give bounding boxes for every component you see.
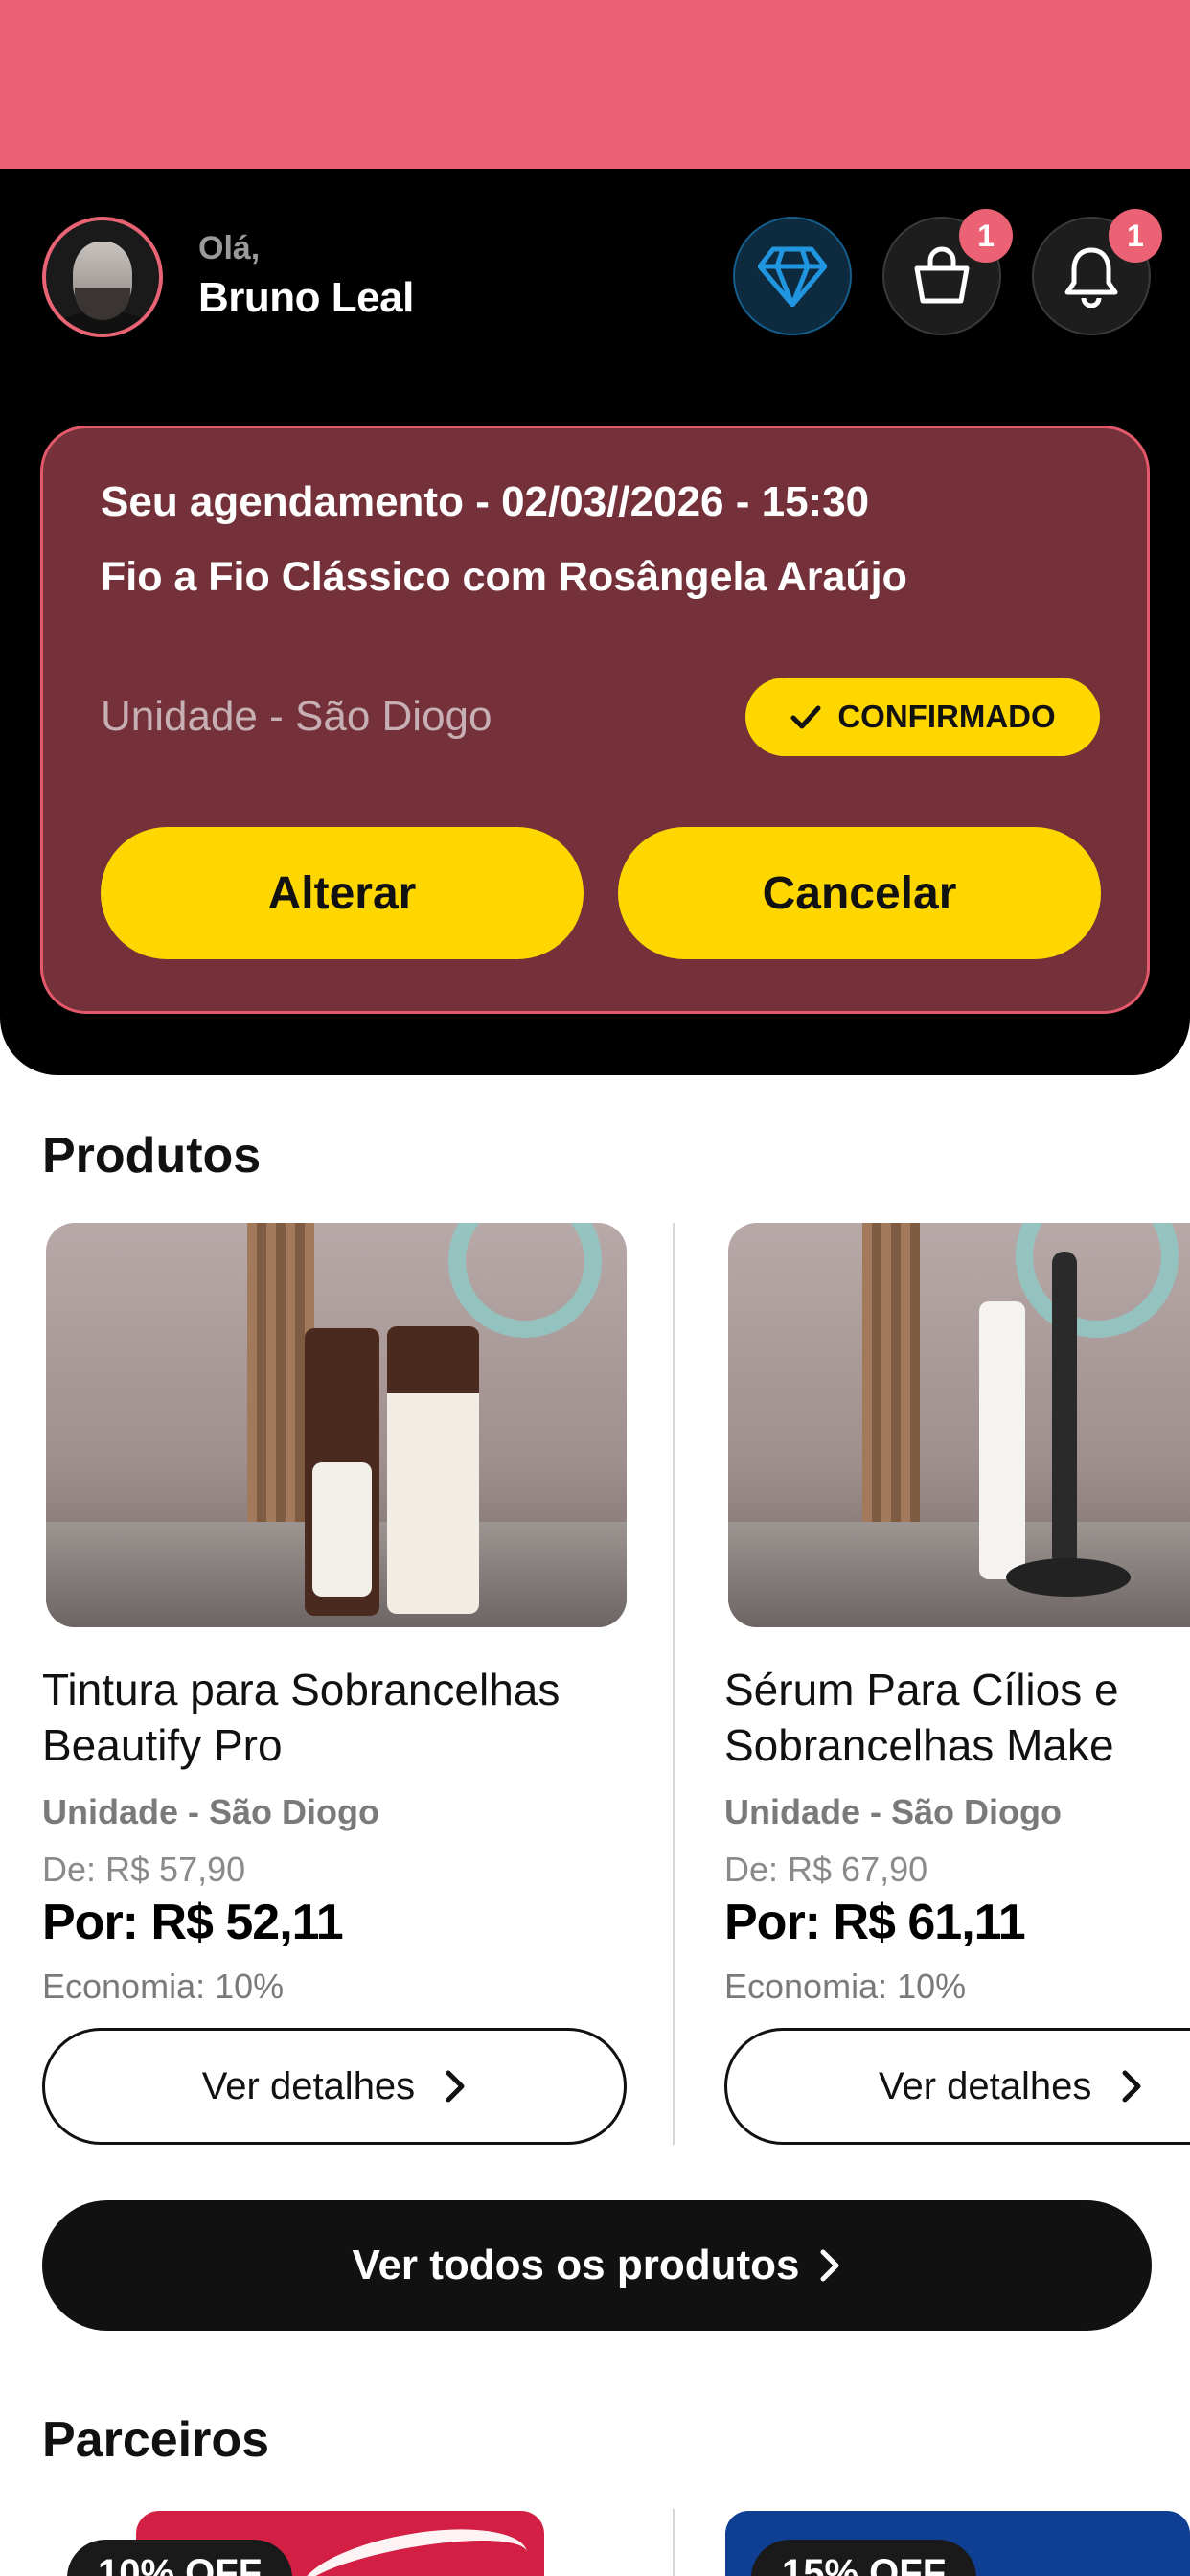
product-card[interactable]: Tintura para Sobrancelhas Beautify Pro U…: [42, 1223, 636, 2145]
cart-button[interactable]: 1: [882, 209, 1013, 335]
product-unit: Unidade - São Diogo: [724, 1792, 1063, 1831]
image-serum-wand: [1052, 1252, 1077, 1568]
product-name-line1: Tintura para Sobrancelhas: [42, 1665, 561, 1714]
product-name-line2: Beautify Pro: [42, 1720, 283, 1770]
see-all-label: Ver todos os produtos: [352, 2242, 800, 2288]
product-name-line2: Sobrancelhas Make: [724, 1720, 1114, 1770]
appointment-service: Fio a Fio Clássico com Rosângela Araújo: [101, 554, 907, 600]
image-tube-label: [312, 1462, 372, 1597]
cart-badge: 1: [959, 209, 1013, 263]
product-saving: Economia: 10%: [724, 1966, 967, 2006]
partner-logo: [293, 2514, 535, 2576]
product-unit: Unidade - São Diogo: [42, 1792, 380, 1831]
user-name: Bruno Leal: [198, 274, 414, 321]
product-image[interactable]: [46, 1223, 627, 1627]
product-saving: Economia: 10%: [42, 1966, 285, 2006]
shopping-bag-icon: [914, 246, 970, 304]
product-name: Tintura para Sobrancelhas Beautify Pro: [42, 1662, 655, 1773]
product-card[interactable]: Sérum Para Cílios e Sobrancelhas Make Un…: [724, 1223, 1190, 2145]
chevron-right-icon: [446, 2070, 465, 2103]
appointment-unit: Unidade - São Diogo: [101, 693, 492, 740]
status-badge: CONFIRMADO: [745, 678, 1100, 756]
image-serum-box: [979, 1301, 1025, 1579]
products-section-title: Produtos: [42, 1128, 262, 1184]
membership-button[interactable]: [733, 217, 852, 335]
check-icon: [790, 705, 821, 729]
chevron-right-icon: [820, 2249, 839, 2282]
partner-divider: [673, 2509, 675, 2576]
product-image[interactable]: [728, 1223, 1190, 1627]
product-name: Sérum Para Cílios e Sobrancelhas Make: [724, 1662, 1190, 1773]
notifications-button[interactable]: 1: [1032, 209, 1162, 335]
product-old-price: De: R$ 67,90: [724, 1850, 928, 1889]
image-decor: [1016, 1223, 1179, 1338]
product-details-button[interactable]: Ver detalhes: [724, 2028, 1190, 2145]
details-label: Ver detalhes: [201, 2064, 416, 2107]
product-old-price: De: R$ 57,90: [42, 1850, 246, 1889]
cancel-appointment-button[interactable]: Cancelar: [618, 827, 1101, 959]
discount-badge: 15% OFF: [751, 2540, 977, 2576]
see-all-products-button[interactable]: Ver todos os produtos: [42, 2200, 1152, 2331]
notifications-badge: 1: [1109, 209, 1162, 263]
product-name-line1: Sérum Para Cílios e: [724, 1665, 1119, 1714]
image-decor: [448, 1223, 602, 1338]
appointment-card: Seu agendamento - 02/03//2026 - 15:30 Fi…: [40, 426, 1150, 1014]
appointment-title: Seu agendamento - 02/03//2026 - 15:30: [101, 478, 870, 525]
status-label: CONFIRMADO: [837, 699, 1056, 734]
image-box: [387, 1326, 479, 1614]
product-details-button[interactable]: Ver detalhes: [42, 2028, 627, 2145]
avatar[interactable]: [42, 217, 163, 337]
status-bar: [0, 0, 1190, 169]
diamond-icon: [758, 246, 827, 307]
chevron-right-icon: [1122, 2070, 1141, 2103]
details-label: Ver detalhes: [879, 2064, 1092, 2107]
bell-icon: [1064, 247, 1118, 308]
change-appointment-button[interactable]: Alterar: [101, 827, 584, 959]
discount-badge: 10% OFF: [67, 2540, 293, 2576]
product-new-price: Por: R$ 61,11: [724, 1895, 1026, 1950]
partners-section-title: Parceiros: [42, 2412, 270, 2468]
image-serum-stand: [1006, 1558, 1131, 1597]
product-new-price: Por: R$ 52,11: [42, 1895, 344, 1950]
product-divider: [673, 1223, 675, 2145]
greeting-text: Olá,: [198, 230, 261, 266]
